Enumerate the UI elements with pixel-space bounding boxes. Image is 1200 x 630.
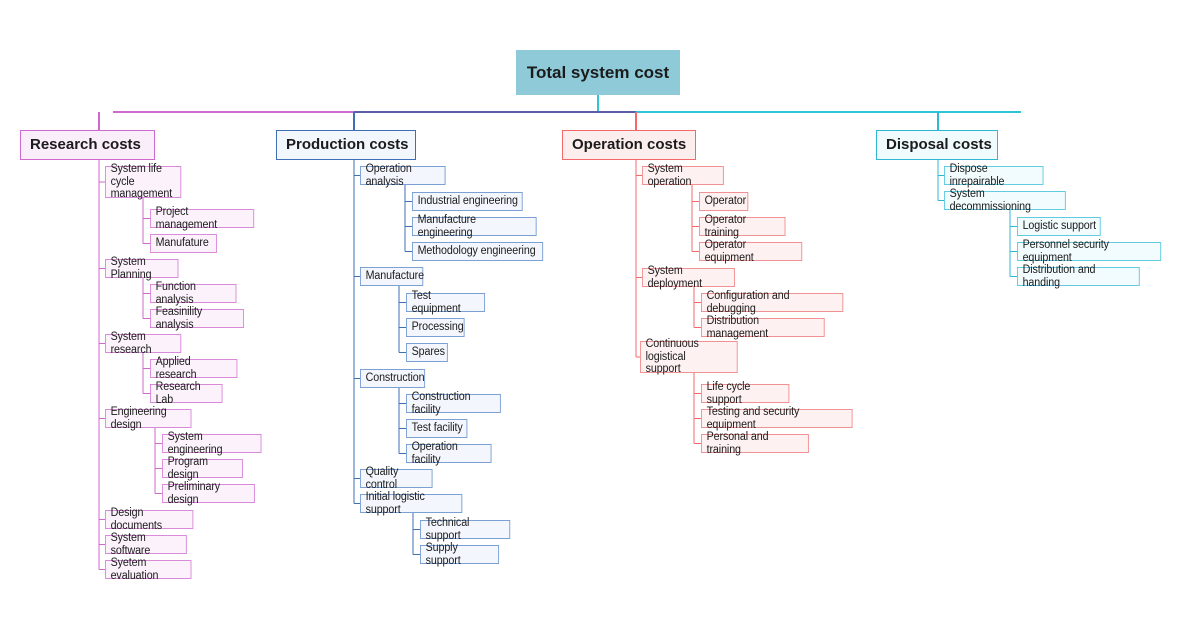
node-research-lab[interactable]: Research Lab — [150, 381, 223, 406]
node-operation-analysis[interactable]: Operation analysis — [360, 163, 446, 188]
node-test-equipment[interactable]: Test equipment — [406, 290, 486, 315]
node-testing-and-security-equipment[interactable]: Testing and security equipment — [701, 406, 853, 431]
node-personnel-security-equipment[interactable]: Personnel security equipment — [1017, 239, 1162, 264]
node-operator[interactable]: Operator — [699, 192, 749, 211]
node-initial-logistic-support[interactable]: Initial logistic support — [360, 491, 463, 516]
branch-header-operation[interactable]: Operation costs — [562, 130, 696, 160]
branch-header-research[interactable]: Research costs — [20, 130, 155, 160]
node-system-life-cycle-management[interactable]: System life cycle management — [105, 163, 182, 200]
node-manufacture[interactable]: Manufacture — [360, 267, 424, 286]
node-supply-support[interactable]: Supply support — [420, 542, 500, 567]
node-manufacture-engineering[interactable]: Manufacture engineering — [412, 214, 537, 239]
node-distribution-and-handing[interactable]: Distribution and handing — [1017, 264, 1140, 289]
node-processing[interactable]: Processing — [406, 318, 465, 337]
node-technical-support[interactable]: Technical support — [420, 517, 511, 542]
node-system-research[interactable]: System research — [105, 331, 182, 356]
node-construction[interactable]: Construction — [360, 369, 426, 388]
node-system-software[interactable]: System software — [105, 532, 187, 557]
node-operator-equipment[interactable]: Operator equipment — [699, 239, 803, 264]
cost-breakdown-diagram: Total system cost Research costs System li… — [0, 0, 1200, 630]
node-function-analysis[interactable]: Function analysis — [150, 281, 237, 306]
node-project-management[interactable]: Project management — [150, 206, 255, 231]
root-node-total-system-cost[interactable]: Total system cost — [516, 50, 680, 95]
node-life-cycle-support[interactable]: Life cycle support — [701, 381, 790, 406]
node-distribution-management[interactable]: Distribution management — [701, 315, 825, 340]
branch-header-disposal[interactable]: Disposal costs — [876, 130, 998, 160]
node-system-planning[interactable]: System Planning — [105, 256, 179, 281]
node-engineering-design[interactable]: Engineering design — [105, 406, 192, 431]
node-dispose-inrepairable[interactable]: Dispose inrepairable — [944, 163, 1044, 188]
node-applied-research[interactable]: Applied research — [150, 356, 238, 381]
node-construction-facility[interactable]: Construction facility — [406, 391, 501, 416]
node-personal-and-training[interactable]: Personal and training — [701, 431, 809, 456]
node-syetem-evaluation[interactable]: Syetem evaluation — [105, 557, 192, 582]
node-design-documents[interactable]: Design documents — [105, 507, 194, 532]
node-system-deployment[interactable]: System deployment — [642, 265, 735, 290]
node-operator-training[interactable]: Operator training — [699, 214, 786, 239]
node-methodology-engineering[interactable]: Methodology engineering — [412, 242, 544, 261]
node-operation-facility[interactable]: Operation facility — [406, 441, 492, 466]
node-system-operation[interactable]: System operation — [642, 163, 724, 188]
node-quality-control[interactable]: Quality control — [360, 466, 433, 491]
node-preliminary-design[interactable]: Preliminary design — [162, 481, 255, 506]
node-manufature[interactable]: Manufature — [150, 234, 217, 253]
node-feasinility-analysis[interactable]: Feasinility analysis — [150, 306, 244, 331]
node-spares[interactable]: Spares — [406, 343, 448, 362]
branch-header-production[interactable]: Production costs — [276, 130, 416, 160]
node-program-design[interactable]: Program design — [162, 456, 243, 481]
node-test-facility[interactable]: Test facility — [406, 419, 468, 438]
node-configuration-and-debugging[interactable]: Configuration and debugging — [701, 290, 844, 315]
node-continuous-logistical-support[interactable]: Continuous logistical support — [640, 338, 738, 375]
node-system-decommissioning[interactable]: System decommissioning — [944, 188, 1066, 213]
node-logistic-support[interactable]: Logistic support — [1017, 217, 1101, 236]
node-industrial-engineering[interactable]: Industrial engineering — [412, 192, 523, 211]
node-system-engineering[interactable]: System engineering — [162, 431, 262, 456]
